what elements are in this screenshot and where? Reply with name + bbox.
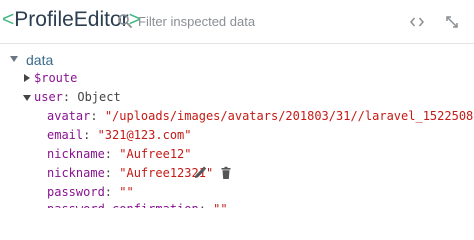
field-key: avatar — [47, 109, 91, 123]
component-name-label: ProfileEditor — [14, 8, 129, 31]
search-icon — [118, 14, 132, 28]
field-key: password_confirmation — [47, 202, 199, 208]
expand-arrow-icon — [24, 74, 30, 82]
field-value: "" — [119, 185, 134, 199]
user-type: Object — [77, 90, 121, 104]
tree-row-password-confirmation[interactable]: password_confirmation: "" — [47, 199, 228, 208]
data-section-title: data — [26, 52, 54, 68]
open-bracket: < — [2, 8, 15, 31]
field-key: email — [47, 128, 84, 142]
edit-icon[interactable] — [193, 166, 207, 180]
tree-row-nickname-new[interactable]: nickname: "Aufree12321" — [47, 163, 213, 183]
field-key: nickname — [47, 147, 105, 161]
user-key: user — [34, 90, 63, 104]
code-icon[interactable] — [407, 12, 427, 32]
tree-row-email[interactable]: email: "321@123.com" — [47, 125, 192, 145]
chevron-down-icon — [10, 56, 18, 62]
field-key: password — [47, 185, 105, 199]
tree-row-user[interactable]: user: Object — [0, 87, 474, 107]
field-key: nickname — [47, 166, 105, 180]
data-section-header[interactable]: data — [0, 50, 474, 70]
user-node: user: Object — [34, 90, 121, 104]
field-value: "" — [213, 202, 227, 208]
inspector-header: <ProfileEditor> — [0, 0, 474, 44]
filter-search-input[interactable] — [138, 9, 368, 33]
field-value: "321@123.com" — [97, 128, 192, 142]
tree-row-nickname[interactable]: nickname: "Aufree12" — [47, 144, 192, 164]
delete-icon[interactable] — [219, 166, 233, 180]
field-value: "/uploads/images/avatars/201803/31//lara… — [104, 109, 474, 123]
route-key: $route — [34, 71, 78, 85]
tree-row-avatar[interactable]: avatar: "/uploads/images/avatars/201803/… — [47, 106, 474, 126]
collapse-arrow-icon — [23, 95, 31, 101]
field-value: "Aufree12" — [119, 147, 192, 161]
tree-row-route[interactable]: $route — [0, 68, 474, 88]
expand-icon[interactable] — [442, 12, 462, 32]
